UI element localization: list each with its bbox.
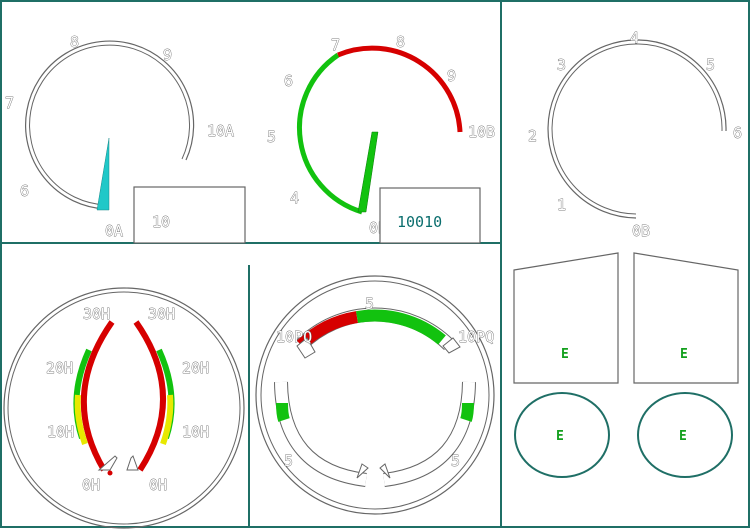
gauge-a-needle <box>96 137 110 211</box>
dual-gauge-left-red <box>80 320 115 472</box>
gauge-c-label-5: 5 <box>706 56 715 74</box>
dual-gauge-outer-ring <box>3 287 245 529</box>
dual-gauge-left-label-20h: 20H <box>46 359 73 377</box>
arc-gauge-left-band-green <box>276 402 290 422</box>
instrument-panel: 6 7 8 9 10A 0A 10 4 5 6 7 8 9 10B 0B 100… <box>0 0 750 529</box>
gauge-b-label-4: 4 <box>290 189 299 207</box>
gauge-b-label-9: 9 <box>447 67 456 85</box>
gauge-b-label-8: 8 <box>396 33 405 51</box>
arc-gauge-top-band-green <box>355 309 446 345</box>
gauge-c-label-2: 2 <box>528 127 537 145</box>
gauge-b-readout: 10010 <box>397 213 442 231</box>
gauge-b: 4 5 6 7 8 9 10B 0B 10010 <box>267 33 495 244</box>
gauge-a-label-9: 9 <box>163 46 172 64</box>
indicator-panel-2-label: E <box>680 347 688 362</box>
dual-gauge-left-label-10h: 10H <box>47 423 74 441</box>
gauge-c-label-0b: 0B <box>632 222 650 240</box>
gauge-a-label-8: 8 <box>70 33 79 51</box>
gauge-a-inner-arc <box>29 44 191 206</box>
gauge-a-readout-box <box>133 186 246 244</box>
dual-gauge-left-label-0h: 0H <box>82 476 100 494</box>
dual-gauge-right-label-10h: 10H <box>182 423 209 441</box>
gauge-a-outer-arc <box>25 40 195 210</box>
gauge-c-label-1: 1 <box>557 196 566 214</box>
gauge-b-label-6: 6 <box>284 72 293 90</box>
dual-gauge-right-needle <box>126 455 139 471</box>
gauge-c-label-6: 6 <box>733 124 742 142</box>
indicator-circle-1-label: E <box>556 429 564 444</box>
indicator-panel-2 <box>633 252 739 384</box>
gauge-b-green-band <box>297 52 363 215</box>
indicator-circle-2-label: E <box>679 429 687 444</box>
dual-gauge-inner-ring <box>7 291 241 525</box>
dual-gauge-left-label-30h: 30H <box>83 305 110 323</box>
gauge-a-label-7: 7 <box>5 94 14 112</box>
indicator-panel-1 <box>513 252 619 384</box>
arc-gauge: 10PQ 5 10PQ 5 5 <box>255 275 495 515</box>
arc-gauge-label-10pq-right: 10PQ <box>458 328 494 346</box>
indicator-panel-1-label: E <box>561 347 569 362</box>
dual-gauge-right-label-0h: 0H <box>149 476 167 494</box>
gauge-c-outer-arc <box>547 39 727 219</box>
arc-gauge-label-5-top: 5 <box>365 295 374 313</box>
dual-gauge-right-red <box>133 320 167 472</box>
arc-gauge-label-10pq-left: 10PQ <box>276 328 312 346</box>
dual-gauge: 30H 20H 10H 0H 30H 20H 10H 0H <box>3 287 245 529</box>
gauge-b-label-7: 7 <box>331 36 340 54</box>
gauge-c-label-3: 3 <box>557 56 566 74</box>
dual-gauge-left-marker <box>107 470 113 476</box>
arc-gauge-label-5-left: 5 <box>284 452 293 470</box>
gauge-a-label-6: 6 <box>20 182 29 200</box>
dual-gauge-right-label-20h: 20H <box>182 359 209 377</box>
gauge-b-label-5: 5 <box>267 128 276 146</box>
gauge-c: 1 2 3 4 5 6 0B <box>528 29 743 241</box>
gauge-c-label-4: 4 <box>630 29 639 47</box>
arc-gauge-label-5-right: 5 <box>451 452 460 470</box>
gauge-b-label-10b: 10B <box>468 123 495 141</box>
indicator-grid: E E E E <box>513 252 739 478</box>
gauge-b-red-band <box>337 45 463 133</box>
gauge-a-label-0a: 0A <box>105 222 123 240</box>
gauge-a-readout: 10 <box>152 213 170 231</box>
gauge-a-label-10a: 10A <box>207 122 234 140</box>
gauge-a: 6 7 8 9 10A 0A 10 <box>5 33 246 244</box>
gauge-b-needle <box>357 131 379 213</box>
arc-gauge-right-band-green <box>460 402 474 422</box>
gauge-c-inner-arc <box>551 43 723 215</box>
dual-gauge-right-label-30h: 30H <box>148 305 175 323</box>
arc-gauge-left-band-track <box>275 381 367 486</box>
